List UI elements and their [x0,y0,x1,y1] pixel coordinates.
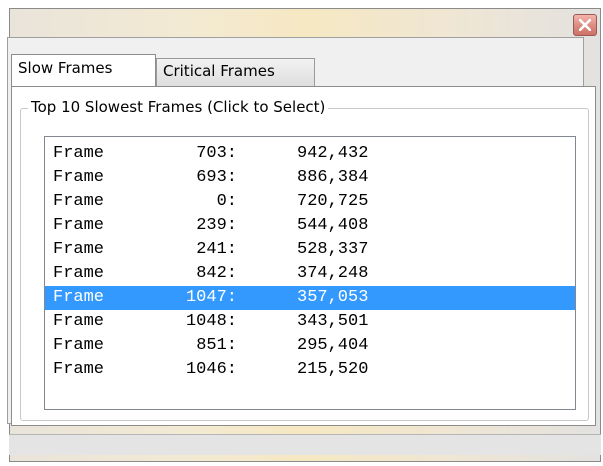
close-x-icon [579,19,591,31]
frame-time-value: 295,404 [297,336,369,355]
list-item[interactable]: Frame 1048: 343,501 [45,310,575,334]
frames-listbox[interactable]: Frame 703: 942,432 Frame 693: 886,384 Frame 0: 7… [44,136,576,410]
tab-slow-frames[interactable]: Slow Frames [11,54,156,86]
tab-critical-frames[interactable]: Critical Frames [156,58,315,86]
list-item[interactable]: Frame 1046: 215,520 [45,358,575,382]
group-title: Top 10 Slowest Frames (Click to Select) [28,96,329,118]
frame-time-value: 886,384 [297,168,369,187]
frame-label: Frame [53,288,105,307]
frame-number: 851: [196,336,237,355]
list-item[interactable]: Frame 0: 720,725 [45,190,575,214]
frame-time-value: 215,520 [297,360,369,379]
list-item[interactable]: Frame 241: 528,337 [45,238,575,262]
list-item[interactable]: Frame 239: 544,408 [45,214,575,238]
frame-number: 703: [196,144,237,163]
frame-number: 842: [196,264,237,283]
frame-label: Frame [53,216,105,235]
frame-time-value: 343,501 [297,312,369,331]
frame-label: Frame [53,264,105,283]
list-item[interactable]: Frame 693: 886,384 [45,166,575,190]
frame-number: 1046: [185,360,237,379]
list-item[interactable]: Frame 851: 295,404 [45,334,575,358]
frame-time-value: 720,725 [297,192,369,211]
frame-label: Frame [53,240,105,259]
frame-number: 241: [196,240,237,259]
tab-label: Critical Frames [163,62,275,80]
frame-time-value: 357,053 [297,288,369,307]
frame-time-value: 528,337 [297,240,369,259]
frame-label: Frame [53,336,105,355]
frame-time-value: 544,408 [297,216,369,235]
status-bar [9,434,601,455]
frame-number: 1048: [185,312,237,331]
frame-label: Frame [53,144,105,163]
frame-number: 0: [216,192,237,211]
frame-time-value: 374,248 [297,264,369,283]
frame-label: Frame [53,192,105,211]
tab-label: Slow Frames [18,59,113,77]
frame-number: 693: [196,168,237,187]
frame-number: 1047: [185,288,237,307]
frame-time-value: 942,432 [297,144,369,163]
close-button[interactable] [573,14,597,36]
list-item[interactable]: Frame 1047: 357,053 [45,286,575,310]
frame-label: Frame [53,168,105,187]
list-item[interactable]: Frame 842: 374,248 [45,262,575,286]
frame-label: Frame [53,360,105,379]
list-item[interactable]: Frame 703: 942,432 [45,142,575,166]
frame-label: Frame [53,312,105,331]
frame-number: 239: [196,216,237,235]
